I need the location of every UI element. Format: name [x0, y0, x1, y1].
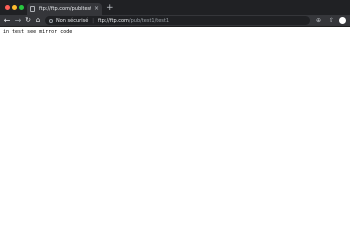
back-arrow-icon[interactable]: ←	[3, 15, 11, 26]
window-maximize-button[interactable]	[19, 5, 24, 10]
page-body-text: in test see mirror code	[3, 29, 73, 35]
window-minimize-button[interactable]	[12, 5, 17, 10]
new-tab-button[interactable]: +	[106, 3, 114, 13]
reload-icon[interactable]: ↻	[24, 15, 32, 26]
forward-arrow-icon[interactable]: →	[14, 15, 22, 26]
window-close-button[interactable]	[5, 5, 10, 10]
tab-title: ftp://ftp.com/publtest1/test	[39, 6, 91, 12]
browser-tab[interactable]: ftp://ftp.com/publtest1/test ×	[27, 3, 102, 15]
security-label[interactable]: Non sécurisé	[56, 18, 88, 24]
extension-icon[interactable]: ⊕	[316, 15, 321, 26]
tab-close-icon[interactable]: ×	[94, 6, 99, 12]
info-icon[interactable]	[49, 18, 53, 23]
upload-icon[interactable]: ⇧	[329, 15, 334, 26]
url-path[interactable]: /pub/test1/test1	[129, 18, 169, 24]
profile-avatar[interactable]	[339, 17, 346, 24]
omnibox-separator: |	[92, 17, 94, 24]
tab-strip: ftp://ftp.com/publtest1/test × +	[0, 0, 350, 15]
browser-toolbar: ← → ↻ ⌂ Non sécurisé | ftp://ftp.com/pub…	[0, 15, 350, 27]
page-content: in test see mirror code	[0, 27, 350, 200]
url-host[interactable]: ftp://ftp.com	[98, 18, 129, 24]
home-icon[interactable]: ⌂	[34, 15, 42, 26]
page-icon	[30, 6, 35, 12]
address-bar[interactable]: Non sécurisé | ftp://ftp.com/pub/test1/t…	[45, 16, 310, 25]
